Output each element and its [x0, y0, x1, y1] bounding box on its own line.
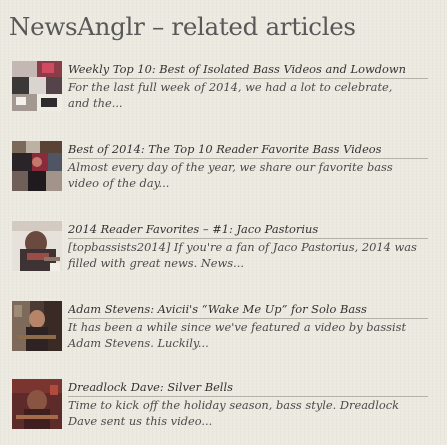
widget-title: NewsAnglr – related articles — [9, 12, 356, 41]
article-excerpt: Time to kick off the holiday season, bas… — [68, 397, 400, 429]
article-excerpt: For the last full week of 2014, we had a… — [68, 79, 393, 111]
article-link[interactable]: 2014 Reader Favorites – #1: Jaco Pastori… — [68, 221, 428, 239]
dreadlock-dave-thumbnail-icon[interactable] — [12, 379, 62, 429]
article-link[interactable]: Adam Stevens: Avicii's “Wake Me Up” for … — [68, 301, 428, 319]
jaco-pastorius-thumbnail-icon[interactable] — [12, 221, 62, 271]
article-excerpt: [topbassists2014] If you're a fan of Jac… — [68, 239, 417, 271]
bass-videos-collage-thumbnail-icon[interactable] — [12, 61, 62, 111]
article-link[interactable]: Dreadlock Dave: Silver Bells — [68, 379, 428, 397]
related-article-item: Dreadlock Dave: Silver Bells Time to kic… — [12, 379, 432, 445]
related-article-item: 2014 Reader Favorites – #1: Jaco Pastori… — [12, 221, 432, 287]
related-articles-widget: NewsAnglr – related articles Weekly Top … — [0, 0, 447, 437]
related-article-item: Adam Stevens: Avicii's “Wake Me Up” for … — [12, 301, 432, 367]
article-excerpt: Almost every day of the year, we share o… — [68, 159, 393, 191]
article-excerpt: It has been a while since we've featured… — [68, 319, 407, 351]
article-link[interactable]: Weekly Top 10: Best of Isolated Bass Vid… — [68, 61, 428, 79]
article-link[interactable]: Best of 2014: The Top 10 Reader Favorite… — [68, 141, 428, 159]
reader-favorites-collage-thumbnail-icon[interactable] — [12, 141, 62, 191]
adam-stevens-thumbnail-icon[interactable] — [12, 301, 62, 351]
related-article-item: Best of 2014: The Top 10 Reader Favorite… — [12, 141, 432, 207]
related-article-item: Weekly Top 10: Best of Isolated Bass Vid… — [12, 61, 432, 127]
